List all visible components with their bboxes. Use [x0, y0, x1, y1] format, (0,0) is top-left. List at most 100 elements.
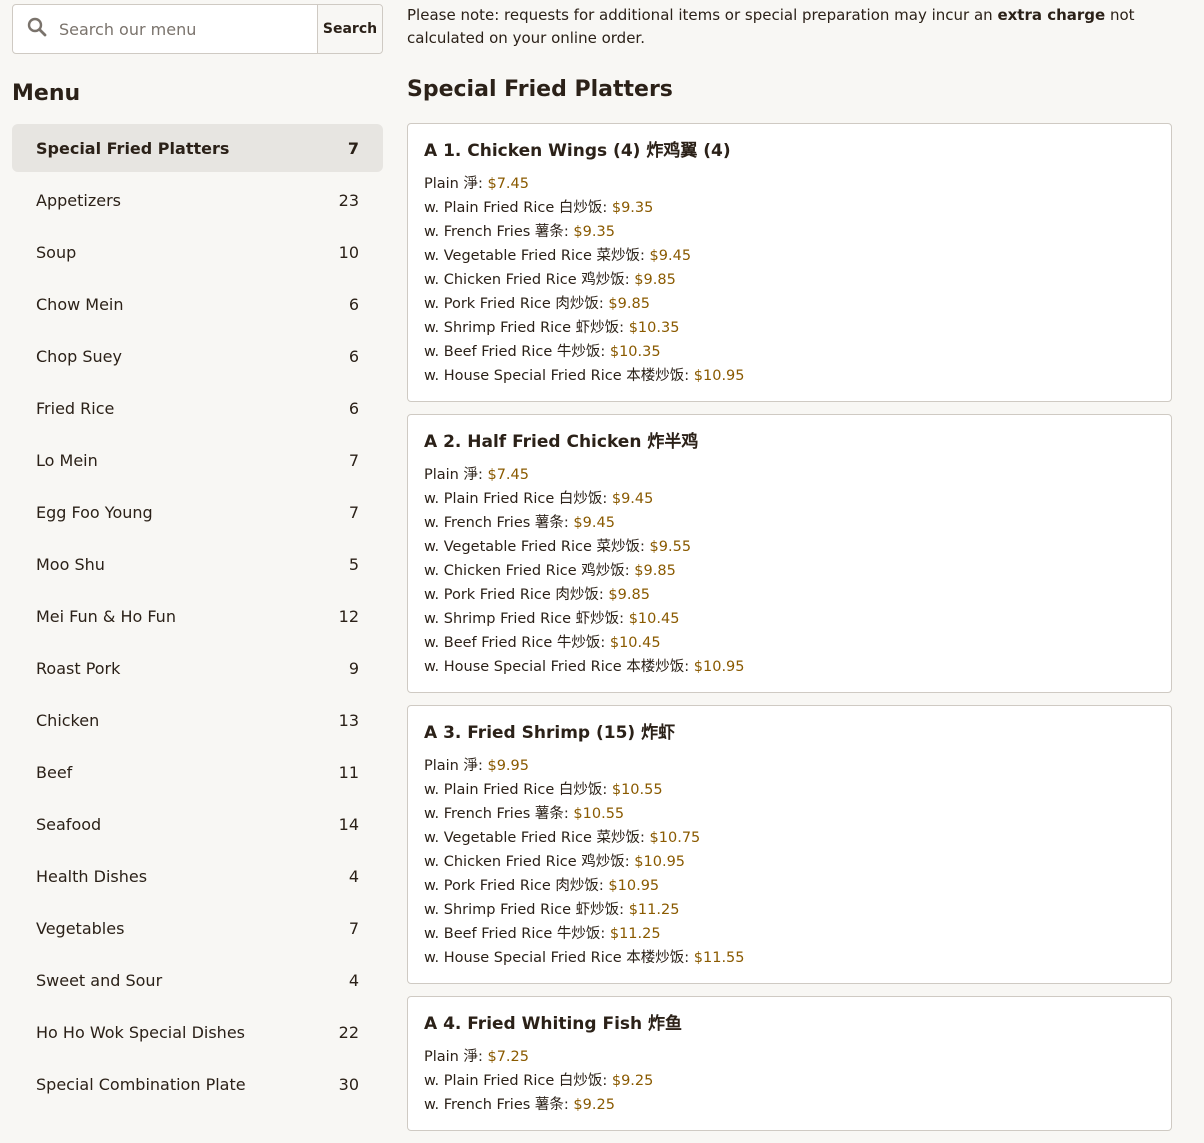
- category-item[interactable]: Mei Fun & Ho Fun 12: [12, 592, 383, 640]
- category-count: 11: [338, 762, 359, 782]
- price-value: $7.45: [487, 176, 529, 192]
- price-value: $9.35: [573, 224, 615, 240]
- menu-item-card[interactable]: A 3. Fried Shrimp (15) 炸虾 Plain 淨: $9.95 w…: [407, 705, 1172, 984]
- price-option: w. Beef Fried Rice 牛炒饭: $10.35: [424, 340, 1155, 364]
- category-count: 7: [348, 502, 359, 522]
- price-option: Plain 淨: $7.25: [424, 1045, 1155, 1069]
- category-item[interactable]: Health Dishes 4: [12, 852, 383, 900]
- menu-item-card[interactable]: A 4. Fried Whiting Fish 炸鱼 Plain 淨: $7.25…: [407, 996, 1172, 1131]
- price-option: w. French Fries 薯条: $9.25: [424, 1093, 1155, 1117]
- price-option-label: w. Shrimp Fried Rice 虾炒饭:: [424, 611, 629, 627]
- category-count: 6: [348, 398, 359, 418]
- price-option: Plain 淨: $7.45: [424, 463, 1155, 487]
- extra-charge-notice: Please note: requests for additional ite…: [407, 4, 1172, 50]
- price-option-label: w. Chicken Fried Rice 鸡炒饭:: [424, 563, 635, 579]
- price-option-label: w. Shrimp Fried Rice 虾炒饭:: [424, 320, 629, 336]
- price-value: $9.95: [487, 758, 529, 774]
- category-label: Chicken: [36, 710, 100, 730]
- price-option-label: Plain 淨:: [424, 758, 488, 774]
- price-option-label: w. Chicken Fried Rice 鸡炒饭:: [424, 854, 635, 870]
- price-value: $9.25: [573, 1097, 615, 1113]
- category-item[interactable]: Chicken 13: [12, 696, 383, 744]
- category-count: 6: [348, 346, 359, 366]
- price-option-label: w. French Fries 薯条:: [424, 515, 574, 531]
- menu-item-card[interactable]: A 2. Half Fried Chicken 炸半鸡 Plain 淨: $7.4…: [407, 414, 1172, 693]
- price-value: $9.85: [634, 563, 676, 579]
- price-value: $7.25: [487, 1049, 529, 1065]
- price-value: $10.95: [608, 878, 660, 894]
- price-option: w. Shrimp Fried Rice 虾炒饭: $11.25: [424, 898, 1155, 922]
- category-count: 12: [338, 606, 359, 626]
- price-option-label: w. Plain Fried Rice 白炒饭:: [424, 782, 612, 798]
- search-input[interactable]: [59, 19, 299, 39]
- category-item[interactable]: Moo Shu 5: [12, 540, 383, 588]
- category-count: 22: [338, 1022, 359, 1042]
- price-option: w. Pork Fried Rice 肉炒饭: $9.85: [424, 583, 1155, 607]
- search-bar: Search: [12, 4, 383, 54]
- section-title: Special Fried Platters: [407, 77, 673, 102]
- category-label: Lo Mein: [36, 450, 98, 470]
- category-label: Health Dishes: [36, 866, 148, 886]
- price-option: w. Vegetable Fried Rice 菜炒饭: $9.45: [424, 244, 1155, 268]
- category-item[interactable]: Beef 11: [12, 748, 383, 796]
- price-value: $11.55: [693, 950, 745, 966]
- price-option: w. Plain Fried Rice 白炒饭: $10.55: [424, 778, 1155, 802]
- price-value: $10.95: [693, 368, 745, 384]
- menu-item-name: A 4. Fried Whiting Fish 炸鱼: [424, 1014, 683, 1034]
- category-label: Appetizers: [36, 190, 121, 210]
- category-label: Special Combination Plate: [36, 1074, 246, 1094]
- price-value: $9.85: [608, 587, 650, 603]
- category-item[interactable]: Fried Rice 6: [12, 384, 383, 432]
- category-item[interactable]: Special Fried Platters 7: [12, 124, 383, 172]
- price-value: $9.85: [634, 272, 676, 288]
- item-list: A 1. Chicken Wings (4) 炸鸡翼 (4) Plain 淨: $…: [407, 123, 1172, 1131]
- category-item[interactable]: Appetizers 23: [12, 176, 383, 224]
- price-value: $9.35: [611, 200, 654, 216]
- price-option: w. Plain Fried Rice 白炒饭: $9.25: [424, 1069, 1155, 1093]
- price-option: Plain 淨: $7.45: [424, 172, 1155, 196]
- menu-item-card[interactable]: A 1. Chicken Wings (4) 炸鸡翼 (4) Plain 淨: $…: [407, 123, 1172, 402]
- category-count: 9: [348, 658, 359, 678]
- notice-text-before: Please note: requests for additional ite…: [407, 6, 998, 24]
- search-box: [13, 5, 317, 53]
- price-value: $9.45: [649, 248, 692, 264]
- category-item[interactable]: Lo Mein 7: [12, 436, 383, 484]
- category-item[interactable]: Egg Foo Young 7: [12, 488, 383, 536]
- category-item[interactable]: Roast Pork 9: [12, 644, 383, 692]
- category-item[interactable]: Special Combination Plate 30: [12, 1060, 383, 1108]
- price-option: w. Shrimp Fried Rice 虾炒饭: $10.35: [424, 316, 1155, 340]
- category-item[interactable]: Vegetables 7: [12, 904, 383, 952]
- price-option: w. House Special Fried Rice 本楼炒饭: $10.95: [424, 364, 1155, 388]
- menu-item-name: A 1. Chicken Wings (4) 炸鸡翼 (4): [424, 141, 731, 161]
- price-option-label: Plain 淨:: [424, 176, 488, 192]
- price-option-label: w. House Special Fried Rice 本楼炒饭:: [424, 368, 694, 384]
- price-option-label: w. Vegetable Fried Rice 菜炒饭:: [424, 248, 650, 264]
- price-option: w. Plain Fried Rice 白炒饭: $9.45: [424, 487, 1155, 511]
- price-option-label: w. Vegetable Fried Rice 菜炒饭:: [424, 539, 650, 555]
- search-button[interactable]: Search: [317, 5, 382, 53]
- price-option-label: w. Beef Fried Rice 牛炒饭:: [424, 344, 610, 360]
- category-count: 5: [348, 554, 359, 574]
- notice-text-bold: extra charge: [997, 6, 1106, 24]
- category-item[interactable]: Soup 10: [12, 228, 383, 276]
- price-option: w. Plain Fried Rice 白炒饭: $9.35: [424, 196, 1155, 220]
- price-value: $11.25: [609, 926, 661, 942]
- category-label: Moo Shu: [36, 554, 105, 574]
- price-option-label: w. Beef Fried Rice 牛炒饭:: [424, 635, 610, 651]
- category-label: Ho Ho Wok Special Dishes: [36, 1022, 245, 1042]
- price-value: $10.95: [693, 659, 745, 675]
- price-value: $10.35: [628, 320, 680, 336]
- price-value: $10.75: [649, 830, 701, 846]
- price-value: $9.85: [608, 296, 650, 312]
- category-item[interactable]: Sweet and Sour 4: [12, 956, 383, 1004]
- category-item[interactable]: Ho Ho Wok Special Dishes 22: [12, 1008, 383, 1056]
- category-item[interactable]: Chop Suey 6: [12, 332, 383, 380]
- menu-item-name: A 3. Fried Shrimp (15) 炸虾: [424, 723, 676, 743]
- price-option: w. Beef Fried Rice 牛炒饭: $10.45: [424, 631, 1155, 655]
- category-item[interactable]: Chow Mein 6: [12, 280, 383, 328]
- category-item[interactable]: Seafood 14: [12, 800, 383, 848]
- price-option-label: Plain 淨:: [424, 1049, 488, 1065]
- price-option-label: w. Plain Fried Rice 白炒饭:: [424, 491, 612, 507]
- category-count: 23: [338, 190, 359, 210]
- price-value: $11.25: [628, 902, 680, 918]
